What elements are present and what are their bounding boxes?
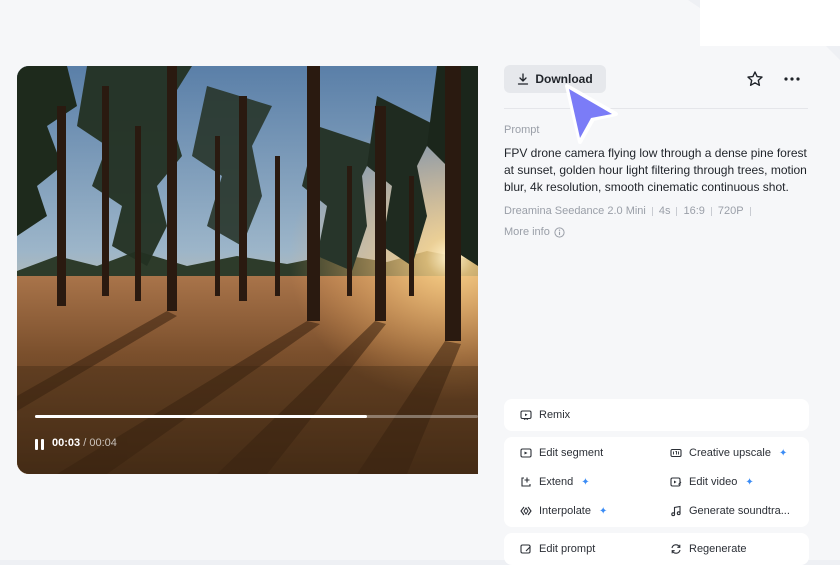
top-right-panel xyxy=(700,0,840,46)
creative-upscale-label: Creative upscale xyxy=(689,447,771,459)
sparkle-icon: ✦ xyxy=(778,447,788,459)
remix-label: Remix xyxy=(539,409,571,421)
music-note-icon xyxy=(671,505,681,517)
sparkle-icon: ✦ xyxy=(745,476,754,488)
generate-soundtrack-label: Generate soundtra... xyxy=(689,505,790,517)
download-icon xyxy=(518,73,529,85)
interpolate-button[interactable]: Interpolate ✦ xyxy=(520,505,607,517)
pointer-cursor-icon xyxy=(565,84,618,144)
creative-upscale-button[interactable]: Creative upscale ✦ xyxy=(670,447,787,459)
remix-card: Remix xyxy=(504,399,809,431)
edit-segment-icon xyxy=(520,448,532,458)
star-icon[interactable] xyxy=(746,70,764,88)
meta-resolution: 720P xyxy=(717,205,744,217)
edit-prompt-label: Edit prompt xyxy=(539,543,596,555)
edit-video-label: Edit video xyxy=(689,476,738,488)
edit-prompt-button[interactable]: Edit prompt xyxy=(520,543,595,555)
header-divider xyxy=(504,108,808,109)
sparkle-icon: ✦ xyxy=(581,476,590,488)
prompt-label: Prompt xyxy=(504,124,540,136)
prompt-actions-card: Edit prompt Regenerate xyxy=(504,533,809,565)
video-frame xyxy=(17,66,478,474)
regenerate-icon xyxy=(671,544,681,554)
remix-button[interactable]: Remix xyxy=(520,409,570,421)
time-display: 00:03 / 00:04 xyxy=(52,437,117,449)
time-total: 00:04 xyxy=(89,437,117,449)
meta-aspect-ratio: 16:9 xyxy=(683,205,705,217)
generation-meta: Dreamina Seedance 2.0 Mini 4s 16:9 720P xyxy=(504,205,757,217)
meta-divider xyxy=(749,206,751,216)
progress-fill xyxy=(35,415,368,418)
meta-divider xyxy=(676,206,678,216)
time-separator: / xyxy=(83,437,87,449)
meta-duration: 4s xyxy=(658,205,671,217)
time-current: 00:03 xyxy=(52,437,81,449)
edit-prompt-icon xyxy=(520,544,531,554)
edit-actions-card: Edit segment Creative upscale ✦ Extend ✦… xyxy=(504,437,809,527)
edit-segment-label: Edit segment xyxy=(539,447,604,459)
meta-model: Dreamina Seedance 2.0 Mini xyxy=(504,205,646,217)
progress-bar[interactable] xyxy=(35,415,478,418)
edit-segment-button[interactable]: Edit segment xyxy=(520,447,603,459)
generate-soundtrack-button[interactable]: Generate soundtra... xyxy=(670,505,790,517)
more-info-link[interactable]: More info xyxy=(504,226,565,238)
remix-icon xyxy=(520,410,532,420)
edit-video-icon xyxy=(670,477,682,487)
meta-divider xyxy=(710,206,712,216)
prompt-text: FPV drone camera flying low through a de… xyxy=(504,146,807,194)
meta-divider xyxy=(651,206,653,216)
more-options-icon[interactable] xyxy=(783,76,801,82)
edit-video-button[interactable]: Edit video ✦ xyxy=(670,476,754,488)
regenerate-label: Regenerate xyxy=(689,543,747,555)
pause-icon[interactable] xyxy=(34,439,46,451)
interpolate-icon xyxy=(520,506,532,516)
extend-icon xyxy=(521,477,531,487)
video-player[interactable]: 00:03 / 00:04 xyxy=(17,66,478,474)
sparkle-icon: ✦ xyxy=(598,505,608,517)
upscale-icon xyxy=(670,448,682,458)
regenerate-button[interactable]: Regenerate xyxy=(670,543,747,555)
extend-label: Extend xyxy=(539,476,574,488)
info-icon xyxy=(554,226,565,238)
more-info-label: More info xyxy=(504,226,550,238)
extend-button[interactable]: Extend ✦ xyxy=(520,476,590,488)
interpolate-label: Interpolate xyxy=(539,505,591,517)
